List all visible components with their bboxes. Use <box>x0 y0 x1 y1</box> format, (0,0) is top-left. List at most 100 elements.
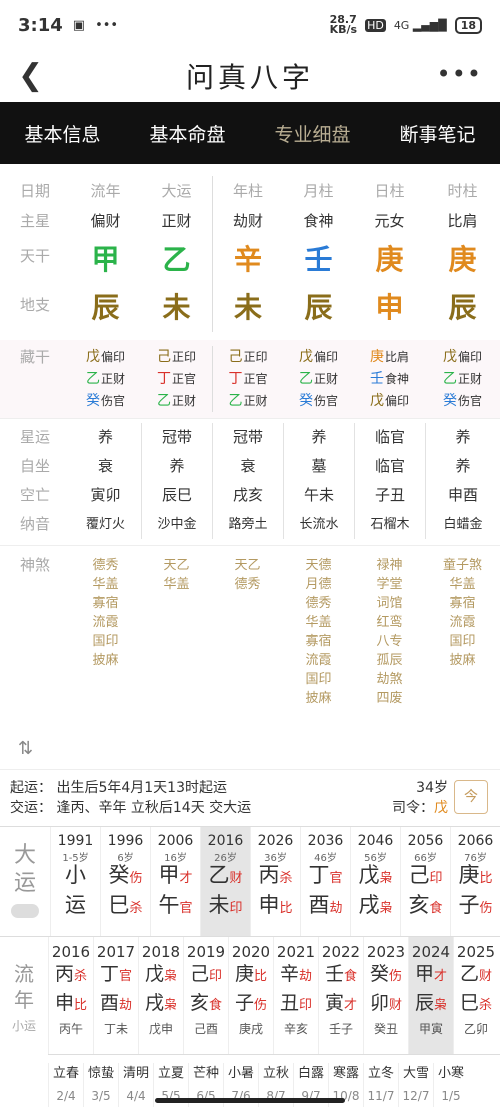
hidden-stem-god: 食神 <box>384 372 409 386</box>
battery-icon: 18 <box>454 16 482 34</box>
dayun-item[interactable]: 2006 16岁 甲才 午官 <box>150 827 200 936</box>
dayun-item[interactable]: 2036 46岁 丁官 酉劫 <box>300 827 350 936</box>
sort-icon[interactable]: ⇅ <box>0 718 500 769</box>
shensha-item[interactable]: 流霞 <box>425 613 500 632</box>
hidden-stem: 乙 <box>228 393 243 409</box>
dayun-item[interactable]: 2066 76岁 庚比 子伤 <box>450 827 500 936</box>
hidden-stem-col: 己正印 丁正官 乙正财 <box>141 346 212 412</box>
stage-cell: 养 <box>283 423 354 452</box>
hidden-stem-god: 偏印 <box>100 350 125 364</box>
dayun-item[interactable]: 1991 1-5岁小运 <box>50 827 100 936</box>
more-notifications-icon: ••• <box>95 17 119 33</box>
hidden-stem: 乙 <box>298 371 313 387</box>
hidden-stem-god: 偏印 <box>384 394 409 408</box>
ganzhi: 丙杀 <box>258 863 293 887</box>
ganzhi: 戊枭 <box>144 963 178 985</box>
shensha-item[interactable]: 学堂 <box>354 575 425 594</box>
liunian-item[interactable]: 2025 乙财 巳杀 乙卯 <box>453 937 498 1054</box>
shensha-item[interactable]: 红鸾 <box>354 613 425 632</box>
today-button[interactable]: 今 <box>454 780 488 814</box>
shensha-item[interactable]: 寡宿 <box>425 594 500 613</box>
shensha-item[interactable]: 禄神 <box>354 556 425 575</box>
ganzhi: 庚比 <box>234 963 268 985</box>
hidden-stem-god: 正印 <box>243 350 268 364</box>
shensha-col: 禄神 学堂 词馆 红鸾 八专 孤辰 劫煞 四废 <box>354 556 425 708</box>
ganzhi: 甲才 <box>414 963 448 985</box>
shensha-item[interactable]: 华盖 <box>283 613 354 632</box>
hidden-stem-god: 比肩 <box>384 350 409 364</box>
shensha-item[interactable]: 流霞 <box>70 613 141 632</box>
shensha-item[interactable]: 天乙 <box>212 556 283 575</box>
liunian-item[interactable]: 2021 辛劫 丑印 辛亥 <box>273 937 318 1054</box>
shensha-item[interactable]: 月德 <box>283 575 354 594</box>
hidden-stem-god: 伤官 <box>457 394 482 408</box>
shensha-item[interactable]: 披麻 <box>70 651 141 670</box>
shensha-item[interactable]: 童子煞 <box>425 556 500 575</box>
shensha-item[interactable]: 天乙 <box>141 556 212 575</box>
back-icon[interactable]: ❮ <box>18 58 43 93</box>
liunian-item[interactable]: 2016 丙杀 申比 丙午 <box>48 937 93 1054</box>
liunian-item[interactable]: 2020 庚比 子伤 庚戌 <box>228 937 273 1054</box>
shensha-item[interactable]: 词馆 <box>354 594 425 613</box>
shensha-item[interactable]: 劫煞 <box>354 670 425 689</box>
shensha-item[interactable]: 披麻 <box>425 651 500 670</box>
liunian-item[interactable]: 2017 丁官 酉劫 丁未 <box>93 937 138 1054</box>
liunian-item[interactable]: 2019 己印 亥食 己酉 <box>183 937 228 1054</box>
shensha-item[interactable]: 八专 <box>354 632 425 651</box>
shensha-item[interactable]: 德秀 <box>212 575 283 594</box>
shensha-item[interactable]: 寡宿 <box>283 632 354 651</box>
hidden-stem: 壬 <box>369 371 384 387</box>
shensha-item[interactable]: 寡宿 <box>70 594 141 613</box>
xiaoyun-toggle[interactable] <box>11 904 39 918</box>
shensha-item[interactable]: 国印 <box>425 632 500 651</box>
hidden-stem: 戊 <box>85 349 100 365</box>
dayun-item[interactable]: 1996 6岁 癸伤 巳杀 <box>100 827 150 936</box>
shensha-item[interactable]: 披麻 <box>283 689 354 708</box>
year: 1996 <box>107 833 144 849</box>
shensha-item[interactable]: 国印 <box>70 632 141 651</box>
more-options-icon[interactable]: ••• <box>437 60 482 88</box>
shensha-item[interactable]: 华盖 <box>70 575 141 594</box>
stage-cell: 申酉 <box>425 481 500 510</box>
ganzhi: 申比 <box>258 893 293 917</box>
hidden-stem-item: 丁正官 <box>141 368 212 390</box>
liunian-item[interactable]: 2022 壬食 寅才 壬子 <box>318 937 363 1054</box>
shensha-item[interactable]: 四废 <box>354 689 425 708</box>
hidden-stem-col: 戊偏印 乙正财 癸伤官 <box>70 346 141 412</box>
liunian-item[interactable]: 2023 癸伤 卯财 癸丑 <box>363 937 408 1054</box>
row-label-stem: 天干 <box>19 247 50 265</box>
hidden-stem: 丁 <box>228 371 243 387</box>
xiaoyun: 己酉 <box>193 1022 218 1036</box>
tab-basic-chart[interactable]: 基本命盘 <box>149 120 225 147</box>
ganzhi: 壬食 <box>324 963 358 985</box>
shensha-item[interactable]: 流霞 <box>283 651 354 670</box>
hidden-stem: 戊 <box>442 349 457 365</box>
ganzhi: 癸伤 <box>369 963 403 985</box>
shensha-item[interactable]: 天德 <box>283 556 354 575</box>
age: 16岁 <box>164 853 187 864</box>
dayun-item[interactable]: 2016 26岁 乙财 未印 <box>200 827 250 936</box>
shensha-item[interactable]: 德秀 <box>70 556 141 575</box>
dayun-item[interactable]: 2026 36岁 丙杀 申比 <box>250 827 300 936</box>
age: 1-5岁 <box>62 853 89 864</box>
tab-basic-info[interactable]: 基本信息 <box>24 120 100 147</box>
shensha-item[interactable]: 德秀 <box>283 594 354 613</box>
dayun-item[interactable]: 2046 56岁 戊枭 戌枭 <box>350 827 400 936</box>
tab-notes[interactable]: 断事笔记 <box>399 120 475 147</box>
shensha-item[interactable]: 华盖 <box>425 575 500 594</box>
heavenly-stem: 甲 <box>91 243 120 276</box>
shensha-item[interactable]: 华盖 <box>141 575 212 594</box>
age: 46岁 <box>314 853 337 864</box>
hidden-stems-section: 藏干 戊偏印 乙正财 癸伤官 己正印 丁正官 乙正财 己正印 丁正官 乙正财 戊偏印 乙正财 癸伤官庚… <box>0 340 500 418</box>
earthly-branch: 辰 <box>304 291 333 324</box>
hidden-stem-item: 乙正财 <box>70 368 141 390</box>
shensha-col: 童子煞 华盖 寡宿 流霞 国印 披麻 <box>425 556 500 708</box>
shensha-item[interactable]: 国印 <box>283 670 354 689</box>
liunian-item[interactable]: 2024 甲才 辰枭 甲寅 <box>408 937 453 1054</box>
year: 2017 <box>96 943 136 961</box>
shensha-item[interactable]: 孤辰 <box>354 651 425 670</box>
liunian-item[interactable]: 2018 戊枭 戌枭 戊申 <box>138 937 183 1054</box>
stage-cell: 沙中金 <box>141 510 212 539</box>
dayun-item[interactable]: 2056 66岁 己印 亥食 <box>400 827 450 936</box>
tab-pro-chart[interactable]: 专业细盘 <box>274 120 350 147</box>
